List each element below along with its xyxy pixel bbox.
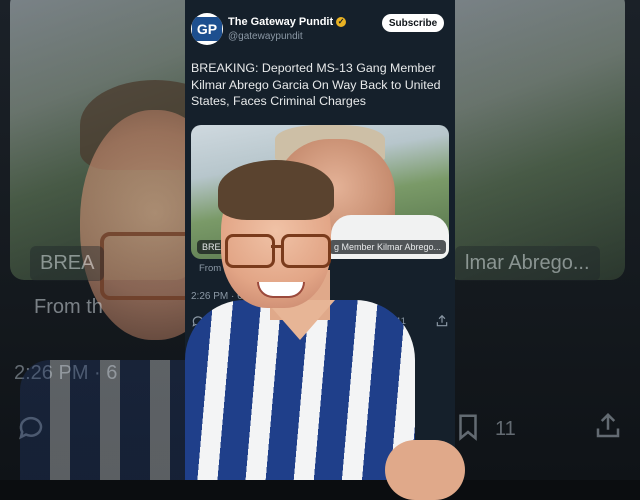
tweet-text: BREAKING: Deported MS-13 Gang Member Kil… xyxy=(191,61,441,108)
background-caption-left: BREA xyxy=(30,246,105,281)
avatar-logo: GP xyxy=(192,17,222,41)
background-photo xyxy=(455,0,625,280)
background-bookmark-count: 11 xyxy=(495,418,516,440)
presenter-video-overlay xyxy=(185,150,465,500)
presenter-arm xyxy=(385,440,465,500)
background-bookmark-icon xyxy=(455,412,481,449)
presenter-glasses-left xyxy=(225,234,275,268)
background-from-left: From th xyxy=(34,296,103,318)
author-name-text: The Gateway Pundit xyxy=(228,16,334,28)
avatar[interactable]: GP xyxy=(191,13,223,45)
author-handle[interactable]: @gatewaypundit xyxy=(228,31,303,42)
background-caption-right: lmar Abrego... xyxy=(455,246,600,281)
presenter-glasses-right xyxy=(281,234,331,268)
background-right: lmar Abrego... 11 xyxy=(455,0,640,480)
background-shirt xyxy=(20,360,185,480)
verified-badge-icon: ✓ xyxy=(336,17,347,28)
presenter-hair xyxy=(218,160,334,220)
subscribe-button[interactable]: Subscribe xyxy=(382,14,444,32)
presenter-glasses-bridge xyxy=(271,245,281,248)
background-left: BREA From th 2:26 PM · 6 xyxy=(0,0,185,480)
background-share-icon xyxy=(593,410,623,449)
author-name[interactable]: The Gateway Pundit ✓ xyxy=(228,16,347,28)
background-glasses xyxy=(100,232,185,300)
tweet-header: GP The Gateway Pundit ✓ @gatewaypundit Su… xyxy=(191,13,449,45)
